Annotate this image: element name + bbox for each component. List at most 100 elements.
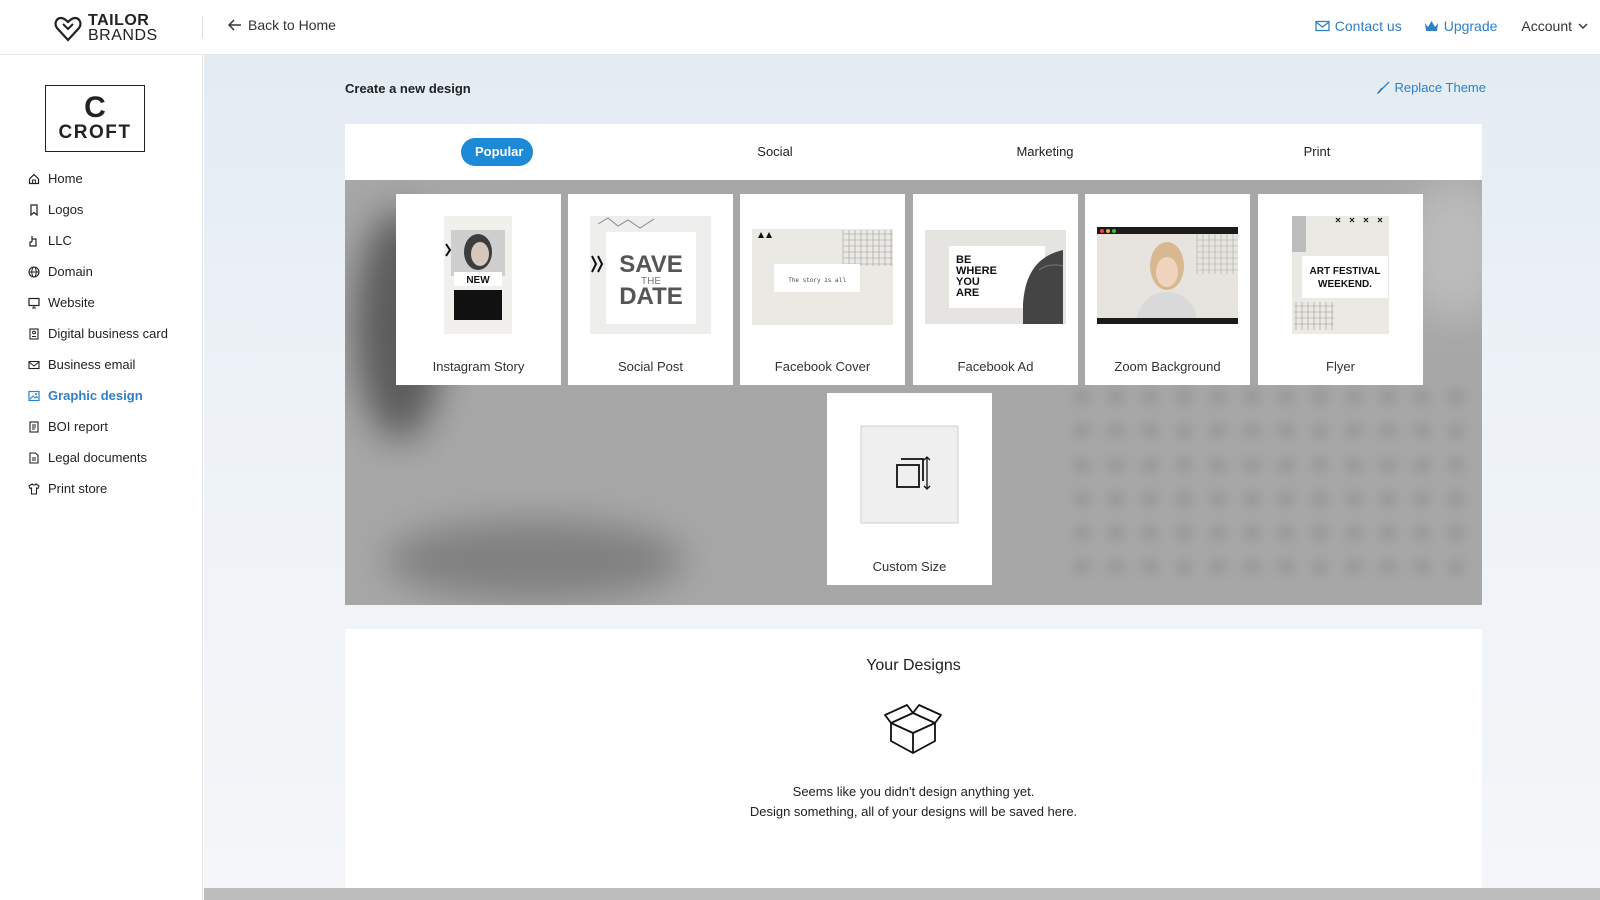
divider — [202, 16, 203, 38]
sidebar-item-label: Home — [48, 171, 83, 186]
back-to-home-link[interactable]: Back to Home — [228, 17, 336, 33]
sidebar-item-label: BOI report — [48, 419, 108, 434]
hand-icon — [28, 235, 40, 247]
crown-icon — [1424, 21, 1438, 31]
sidebar-item-domain[interactable]: Domain — [28, 256, 168, 287]
template-card-custom-size[interactable]: Custom Size — [827, 393, 992, 585]
empty-designs-message: Seems like you didn't design anything ye… — [345, 782, 1482, 822]
contact-us-link[interactable]: Contact us — [1315, 18, 1402, 34]
sidebar-item-label: Business email — [48, 357, 136, 372]
tab-print[interactable]: Print — [1285, 138, 1349, 166]
card-icon — [28, 327, 40, 340]
brand-line-2: BRANDS — [88, 27, 158, 44]
brush-icon — [1377, 81, 1390, 94]
flyer-thumbnail: ART FESTIVAL WEEKEND. — [1292, 216, 1389, 334]
back-to-home-label: Back to Home — [248, 17, 336, 33]
sidebar: C CROFT Home Logos LLC Domain Website Di… — [0, 55, 203, 900]
shirt-icon — [28, 482, 40, 495]
thumb-text: The story is all — [788, 277, 846, 284]
monitor-icon — [28, 297, 40, 309]
replace-theme-link[interactable]: Replace Theme — [1377, 80, 1486, 95]
zoom-background-thumbnail — [1097, 227, 1238, 324]
sidebar-item-home[interactable]: Home — [28, 163, 168, 194]
facebook-ad-thumbnail: BE WHERE YOU ARE — [925, 230, 1066, 324]
mail-icon — [28, 359, 40, 371]
sidebar-item-boi-report[interactable]: BOI report — [28, 411, 168, 442]
sidebar-item-print-store[interactable]: Print store — [28, 473, 168, 504]
sidebar-item-digital-business-card[interactable]: Digital business card — [28, 318, 168, 349]
thumb-text-3: DATE — [619, 283, 683, 310]
account-label: Account — [1521, 18, 1572, 34]
home-icon — [28, 173, 40, 185]
top-bar: TAILOR BRANDS Back to Home Contact us Up… — [0, 0, 1600, 55]
thumb-text-2: WEEKEND. — [1318, 279, 1372, 290]
tab-marketing[interactable]: Marketing — [995, 138, 1095, 166]
sidebar-item-llc[interactable]: LLC — [28, 225, 168, 256]
horizontal-scrollbar[interactable] — [204, 888, 1600, 900]
sidebar-item-label: Domain — [48, 264, 93, 279]
background-blur — [385, 520, 685, 600]
template-card-social-post[interactable]: SAVE THE DATE Social Post — [568, 194, 733, 385]
open-box-icon — [884, 704, 942, 754]
sidebar-item-graphic-design[interactable]: Graphic design — [28, 380, 168, 411]
page-title: Create a new design — [345, 81, 471, 96]
thumb-text: NEW — [466, 275, 490, 286]
thumb-text-1: ART FESTIVAL — [1310, 266, 1381, 277]
your-designs-title: Your Designs — [866, 657, 961, 674]
account-menu[interactable]: Account — [1521, 18, 1588, 34]
template-label: Social Post — [617, 359, 684, 374]
template-label: Custom Size — [872, 559, 947, 574]
replace-theme-label: Replace Theme — [1394, 80, 1486, 95]
template-label: Zoom Background — [1114, 359, 1221, 374]
business-logo[interactable]: C CROFT — [45, 85, 145, 152]
arrow-left-icon — [228, 19, 241, 31]
template-label: Flyer — [1326, 359, 1355, 374]
tab-social[interactable]: Social — [735, 138, 815, 166]
main-content: Create a new design Replace Theme Popula… — [204, 55, 1600, 888]
sidebar-item-label: LLC — [48, 233, 72, 248]
facebook-cover-thumbnail: The story is all — [752, 229, 893, 325]
logo-word: CROFT — [58, 121, 132, 143]
thumb-text-1: SAVE — [619, 251, 683, 278]
mail-icon — [1315, 20, 1330, 32]
custom-size-thumbnail — [860, 425, 959, 524]
social-post-thumbnail: SAVE THE DATE — [590, 216, 711, 334]
contact-us-label: Contact us — [1334, 18, 1402, 34]
chevron-down-icon — [1578, 23, 1588, 29]
template-label: Instagram Story — [432, 359, 525, 374]
globe-icon — [28, 265, 40, 278]
instagram-story-thumbnail: NEW — [444, 216, 512, 334]
template-card-facebook-ad[interactable]: BE WHERE YOU ARE Facebook Ad — [913, 194, 1078, 385]
template-gallery: NEW Instagram Story SAVE THE DATE Social… — [345, 180, 1482, 605]
tab-popular[interactable]: Popular — [461, 138, 533, 166]
sidebar-nav: Home Logos LLC Domain Website Digital bu… — [28, 163, 168, 504]
template-card-flyer[interactable]: ART FESTIVAL WEEKEND. Flyer — [1258, 194, 1423, 385]
sidebar-item-business-email[interactable]: Business email — [28, 349, 168, 380]
empty-message-line-1: Seems like you didn't design anything ye… — [792, 784, 1035, 799]
sidebar-item-label: Logos — [48, 202, 84, 217]
sidebar-item-logos[interactable]: Logos — [28, 194, 168, 225]
report-icon — [28, 420, 40, 433]
heart-logo-icon — [54, 16, 82, 42]
background-pattern — [1065, 380, 1482, 590]
sidebar-item-label: Digital business card — [48, 326, 168, 341]
thumb-text-4: ARE — [956, 287, 979, 299]
template-card-facebook-cover[interactable]: The story is all Facebook Cover — [740, 194, 905, 385]
sidebar-item-label: Print store — [48, 481, 108, 496]
logo-letter: C — [84, 90, 106, 124]
your-designs-panel: Your Designs Seems like you didn't desig… — [345, 629, 1482, 888]
upgrade-link[interactable]: Upgrade — [1424, 18, 1498, 34]
tailor-brands-logo[interactable]: TAILOR BRANDS — [54, 12, 158, 44]
sidebar-item-website[interactable]: Website — [28, 287, 168, 318]
bookmark-icon — [28, 203, 40, 216]
sidebar-item-legal-documents[interactable]: Legal documents — [28, 442, 168, 473]
template-label: Facebook Ad — [957, 359, 1034, 374]
empty-message-line-2: Design something, all of your designs wi… — [749, 804, 1078, 819]
sidebar-item-label: Graphic design — [48, 388, 143, 403]
upgrade-label: Upgrade — [1443, 18, 1498, 34]
template-card-zoom-background[interactable]: Zoom Background — [1085, 194, 1250, 385]
template-card-instagram-story[interactable]: NEW Instagram Story — [396, 194, 561, 385]
sidebar-item-label: Legal documents — [48, 450, 148, 465]
category-tabs: Popular Social Marketing Print — [345, 124, 1482, 180]
image-icon — [28, 390, 40, 402]
